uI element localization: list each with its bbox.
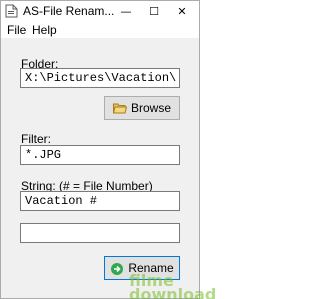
menu-help[interactable]: Help bbox=[32, 23, 57, 37]
folder-open-icon bbox=[112, 102, 128, 114]
status-field bbox=[20, 223, 180, 243]
minimize-button[interactable]: — bbox=[112, 1, 140, 21]
go-arrow-icon bbox=[110, 262, 124, 275]
window-title: AS-File Renam... bbox=[23, 4, 115, 18]
app-document-icon bbox=[5, 4, 18, 18]
folder-input[interactable]: X:\Pictures\Vacation\ bbox=[20, 68, 180, 88]
filter-input[interactable]: *.JPG bbox=[20, 145, 180, 165]
string-input[interactable]: Vacation # bbox=[20, 191, 180, 211]
filter-label: Filter: bbox=[21, 132, 51, 146]
menu-bar: File Help bbox=[1, 21, 199, 38]
app-window: AS-File Renam... — ☐ ✕ File Help Folder:… bbox=[0, 0, 216, 299]
browse-button-label: Browse bbox=[130, 101, 171, 115]
menu-file[interactable]: File bbox=[7, 23, 26, 37]
browse-button[interactable]: Browse bbox=[104, 96, 180, 120]
close-button[interactable]: ✕ bbox=[168, 1, 196, 21]
maximize-button[interactable]: ☐ bbox=[140, 1, 168, 21]
form-panel: Folder: X:\Pictures\Vacation\ Browse Fil… bbox=[1, 38, 216, 299]
title-bar[interactable]: AS-File Renam... — ☐ ✕ bbox=[1, 1, 199, 21]
watermark-logo: filme download bbox=[129, 271, 217, 299]
